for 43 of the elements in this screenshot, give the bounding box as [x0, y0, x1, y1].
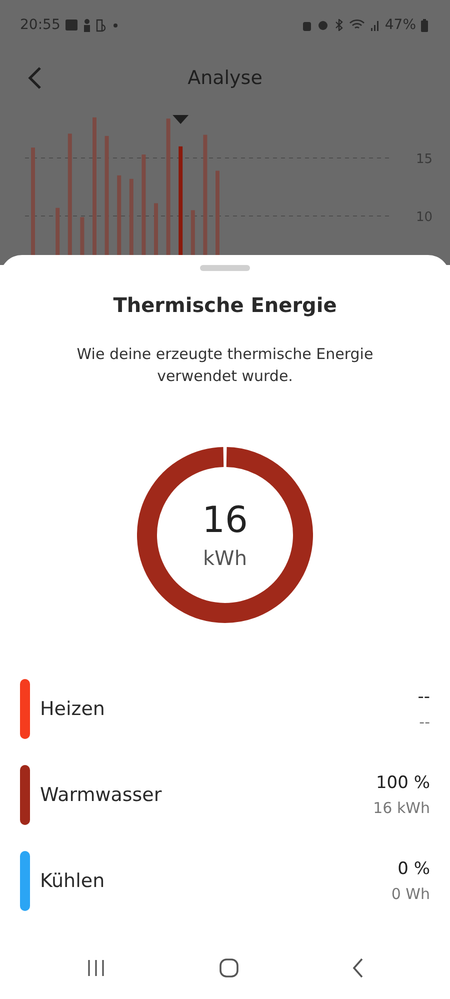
legend-label: Kühlen — [40, 870, 106, 892]
dot-icon — [113, 22, 118, 28]
chart-bar[interactable] — [80, 217, 84, 255]
legend-share: 0 % — [398, 859, 430, 879]
legend-share: -- — [418, 687, 430, 707]
selection-marker-icon — [172, 115, 189, 124]
chart-bar[interactable] — [31, 148, 35, 255]
total-unit: kWh — [202, 546, 248, 570]
battery-percentage: 47% — [384, 17, 416, 33]
signal-icon — [370, 19, 380, 31]
back-icon[interactable] — [28, 66, 42, 90]
recent-apps-icon[interactable] — [86, 959, 106, 977]
total-value: 16 — [202, 500, 248, 542]
drag-handle[interactable] — [200, 265, 250, 271]
chart-bar[interactable] — [203, 134, 208, 255]
chart-bar[interactable] — [129, 178, 134, 255]
chart-bar[interactable] — [178, 146, 183, 255]
figure-icon — [83, 18, 92, 32]
back-icon[interactable] — [352, 958, 364, 978]
legend-share: 100 % — [376, 773, 430, 793]
sheet-title: Thermische Energie — [113, 293, 337, 317]
legend-label: Heizen — [40, 698, 106, 720]
chart-bar[interactable] — [68, 134, 72, 255]
screen-title: Analyse — [188, 66, 262, 88]
chart-bar[interactable] — [142, 154, 146, 255]
battery-icon — [421, 18, 428, 32]
legend-amount: 0 Wh — [391, 885, 430, 903]
chart-bar[interactable] — [117, 175, 122, 255]
bluetooth-icon — [334, 19, 344, 31]
home-icon[interactable] — [218, 958, 239, 978]
chart-bar[interactable] — [92, 117, 96, 255]
chart-bar[interactable] — [154, 203, 158, 255]
chart-bar[interactable] — [104, 136, 109, 255]
sheet-description: Wie deine erzeugte thermische Energie verwendet wurde. — [76, 344, 374, 387]
chart-bar[interactable] — [166, 118, 170, 255]
legend-amount: 16 kWh — [373, 799, 430, 817]
chart-bar[interactable] — [56, 208, 60, 255]
legend-label: Warmwasser — [40, 784, 163, 806]
status-time: 20:55 — [20, 17, 60, 33]
chart-bar[interactable] — [190, 210, 195, 255]
legend-amount: -- — [419, 713, 430, 731]
chart-bar[interactable] — [216, 170, 220, 255]
wifi-icon — [348, 19, 365, 31]
